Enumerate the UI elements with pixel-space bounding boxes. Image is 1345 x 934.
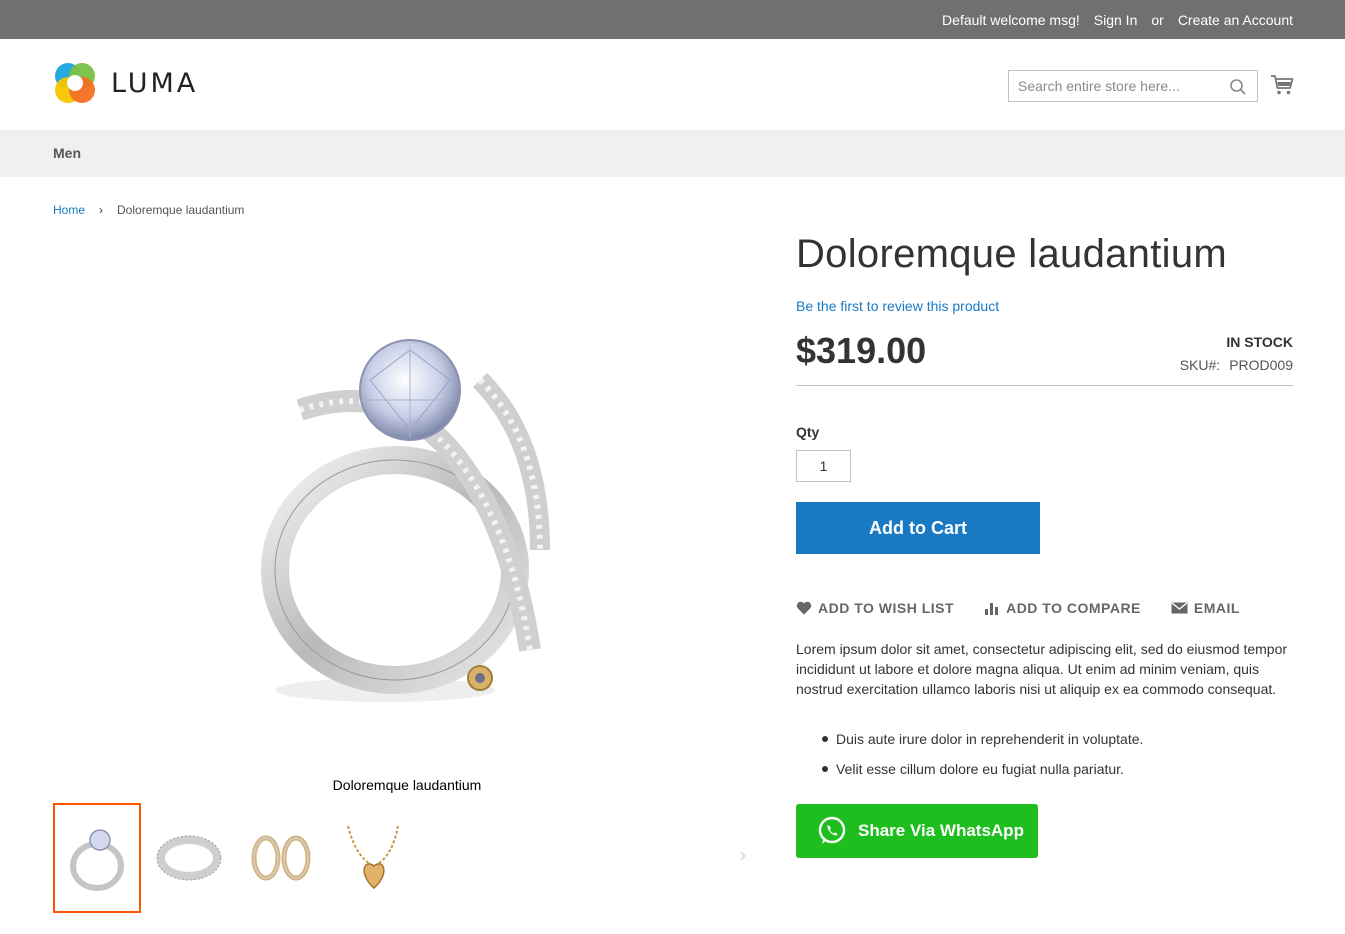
add-to-cart-button[interactable]: Add to Cart xyxy=(796,502,1040,554)
breadcrumb-home[interactable]: Home xyxy=(53,203,85,217)
product-actions: ADD TO WISH LIST ADD TO COMPARE EMAIL xyxy=(796,600,1270,616)
necklace-thumbnail-icon xyxy=(347,825,399,889)
thumbnail-bracelet[interactable] xyxy=(145,803,233,913)
search-input[interactable] xyxy=(1009,71,1219,101)
cart-icon[interactable] xyxy=(1270,73,1294,97)
share-whatsapp-button[interactable]: Share Via WhatsApp xyxy=(796,804,1038,858)
stock-status: IN STOCK xyxy=(1226,334,1293,350)
or-text: or xyxy=(1151,11,1164,28)
add-to-wish-list-link[interactable]: ADD TO WISH LIST xyxy=(796,600,954,616)
sku: SKU#: PROD009 xyxy=(1180,357,1293,373)
search-box xyxy=(1008,70,1258,102)
top-panel: Default welcome msg! Sign In or Create a… xyxy=(0,0,1345,39)
review-link[interactable]: Be the first to review this product xyxy=(796,298,999,314)
email-link[interactable]: EMAIL xyxy=(1171,600,1240,616)
search-icon[interactable] xyxy=(1229,78,1247,96)
thumbnail-next-arrow[interactable]: › xyxy=(740,845,746,866)
product-title: Doloremque laudantium xyxy=(796,232,1227,276)
nav-item-men[interactable]: Men xyxy=(53,130,81,177)
thumbnail-strip xyxy=(53,803,421,913)
compare-label: ADD TO COMPARE xyxy=(1006,600,1141,616)
qty-input[interactable] xyxy=(796,450,851,482)
product-description: Lorem ipsum dolor sit amet, consectetur … xyxy=(796,641,1288,697)
wish-list-label: ADD TO WISH LIST xyxy=(818,600,955,616)
bullet-item: Velit esse cillum dolore eu fugiat nulla… xyxy=(822,759,1143,779)
heart-icon xyxy=(796,601,812,615)
divider xyxy=(796,385,1293,386)
sku-label: SKU#: xyxy=(1179,357,1221,373)
email-label: EMAIL xyxy=(1193,600,1240,616)
whatsapp-label: Share Via WhatsApp xyxy=(858,821,1024,840)
earrings-thumbnail-icon xyxy=(251,835,311,881)
product-price: $319.00 xyxy=(796,330,927,371)
luma-logo-icon xyxy=(55,63,95,103)
product-main-image[interactable] xyxy=(210,320,600,720)
thumbnail-ring[interactable] xyxy=(53,803,141,913)
thumbnail-earrings[interactable] xyxy=(237,803,325,913)
envelope-icon xyxy=(1171,602,1188,614)
breadcrumb: Home › Doloremque laudantium xyxy=(53,203,244,217)
sku-value: PROD009 xyxy=(1229,357,1293,373)
qty-label: Qty xyxy=(796,424,820,440)
bracelet-thumbnail-icon xyxy=(156,835,222,881)
thumbnail-necklace[interactable] xyxy=(329,803,417,913)
whatsapp-icon xyxy=(818,816,846,844)
logo-text: LUMA xyxy=(111,67,199,99)
bullet-item: Duis aute irure dolor in reprehenderit i… xyxy=(822,729,1143,749)
top-links: Default welcome msg! Sign In or Create a… xyxy=(928,0,1293,39)
logo[interactable]: LUMA xyxy=(53,61,198,105)
ring-thumbnail-icon xyxy=(70,829,124,891)
main-navigation: Men xyxy=(0,130,1345,177)
description-bullets: Duis aute irure dolor in reprehenderit i… xyxy=(822,729,1143,789)
breadcrumb-separator: › xyxy=(99,203,104,217)
create-account-link[interactable]: Create an Account xyxy=(1178,12,1293,28)
add-to-compare-link[interactable]: ADD TO COMPARE xyxy=(984,600,1141,616)
welcome-message: Default welcome msg! xyxy=(942,11,1080,28)
compare-icon xyxy=(985,603,999,615)
breadcrumb-current: Doloremque laudantium xyxy=(117,203,245,217)
sign-in-link[interactable]: Sign In xyxy=(1094,12,1138,28)
image-caption: Doloremque laudantium xyxy=(332,777,482,793)
